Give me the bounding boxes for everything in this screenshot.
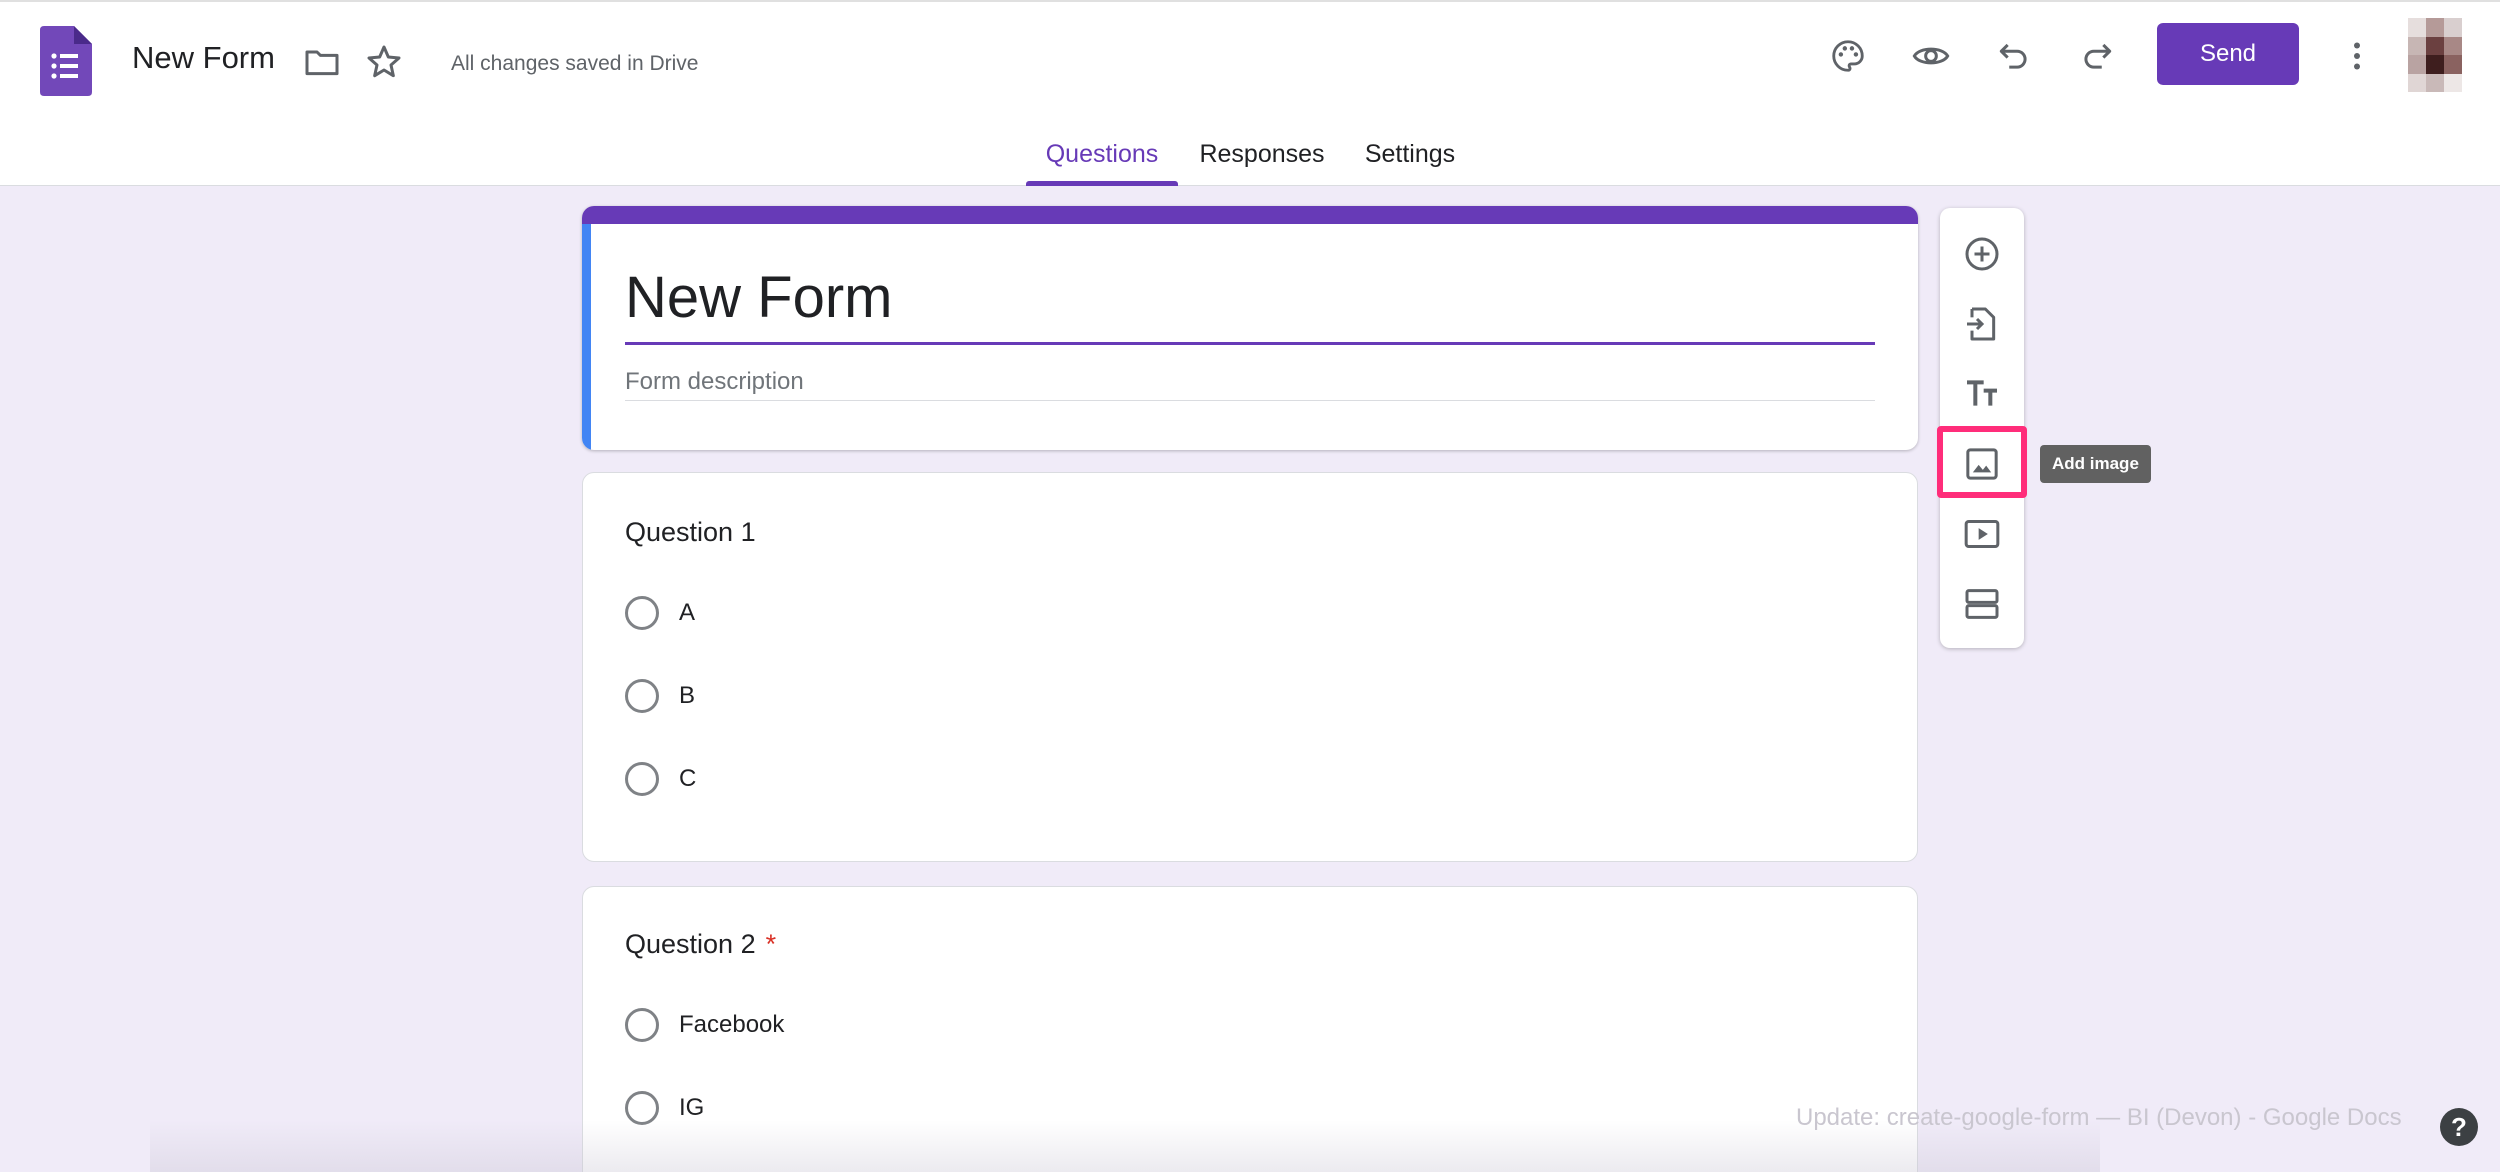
form-title-input[interactable]: New Form [625,264,892,331]
add-section-icon[interactable] [1958,580,2006,628]
question-title-text: Question 2 [625,929,756,959]
description-underline [625,400,1875,401]
folder-icon[interactable] [302,42,342,82]
title-underline [625,342,1875,345]
question-title: Question 1 [625,517,756,547]
option-label: IG [679,1094,705,1121]
app-header: New Form All changes saved in Drive Send… [0,0,2500,186]
forms-logo-icon[interactable] [40,26,92,96]
redo-icon[interactable] [2075,34,2119,78]
add-image-icon[interactable] [1958,440,2006,488]
form-description-input[interactable]: Form description [625,368,804,396]
option-label: B [679,682,696,709]
window-top-border [0,0,2500,2]
option-b[interactable]: B [625,676,695,716]
option-ig[interactable]: IG [625,1088,704,1128]
add-image-tooltip: Add image [2040,445,2151,483]
import-questions-icon[interactable] [1958,300,2006,348]
help-button[interactable]: ? [2440,1108,2478,1146]
radio-button[interactable] [625,1008,659,1042]
star-icon[interactable] [364,42,404,82]
title-card-accent-bar [582,206,1918,224]
radio-button[interactable] [625,762,659,796]
send-button[interactable]: Send [2157,23,2299,85]
required-asterisk: * [765,929,777,959]
active-tab-indicator [1026,181,1178,186]
add-title-icon[interactable] [1958,370,2006,418]
tab-responses[interactable]: Responses [1190,140,1334,186]
question-card-2[interactable]: Question 2 * Facebook IG [582,886,1918,1172]
eye-icon[interactable] [1909,34,1953,78]
question-card-1[interactable]: Question 1 A B C [582,472,1918,862]
more-vert-icon[interactable] [2335,34,2379,78]
tab-settings[interactable]: Settings [1352,140,1468,186]
radio-button[interactable] [625,1091,659,1125]
tab-questions[interactable]: Questions [1026,140,1178,186]
option-label: C [679,765,697,792]
form-title-card: New Form Form description [582,206,1918,450]
palette-icon[interactable] [1826,34,1870,78]
form-tabs: Questions Responses Settings [0,130,2500,186]
title-card-focus-bar [582,224,591,450]
doc-title[interactable]: New Form [132,40,275,76]
floating-toolbar [1940,208,2024,648]
option-label: Facebook [679,1011,785,1038]
radio-button[interactable] [625,679,659,713]
add-question-icon[interactable] [1958,230,2006,278]
add-video-icon[interactable] [1958,510,2006,558]
option-facebook[interactable]: Facebook [625,1005,784,1045]
undo-icon[interactable] [1992,34,2036,78]
option-label: A [679,599,696,626]
save-status: All changes saved in Drive [451,52,699,75]
radio-button[interactable] [625,596,659,630]
question-title: Question 2 * [625,929,776,960]
option-a[interactable]: A [625,593,695,633]
option-c[interactable]: C [625,759,696,799]
background-window-title: Update: create-google-form — BI (Devon) … [1796,1104,2402,1131]
avatar[interactable] [2408,18,2462,92]
